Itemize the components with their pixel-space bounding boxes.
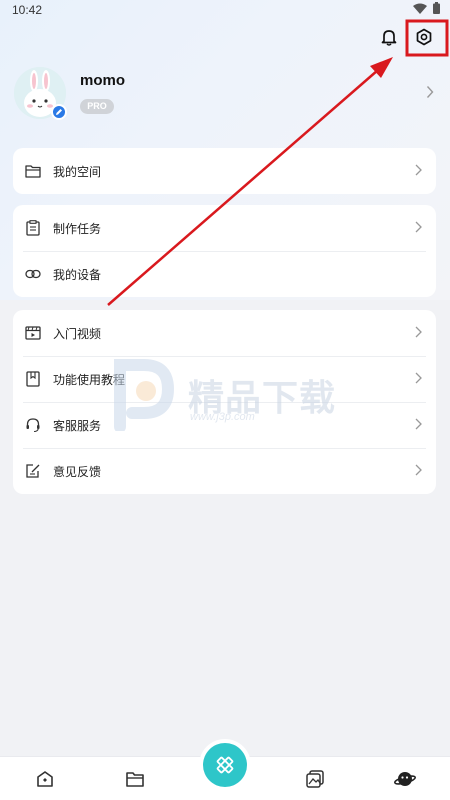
nav-files[interactable] xyxy=(123,767,147,791)
nav-profile[interactable] xyxy=(393,767,417,791)
bell-icon xyxy=(381,30,397,46)
home-icon xyxy=(37,771,53,787)
folder-icon xyxy=(25,163,41,179)
status-time: 10:42 xyxy=(12,3,43,17)
watermark-url: www.j3p.com xyxy=(190,411,255,423)
pencil-icon xyxy=(56,109,62,115)
nav-gallery[interactable] xyxy=(303,767,327,791)
headset-icon xyxy=(25,417,41,433)
chevron-right-icon xyxy=(426,86,434,98)
link-icon xyxy=(25,266,41,282)
battery-icon xyxy=(433,2,440,14)
menu-item-label: 我的空间 xyxy=(53,164,102,179)
menu-card-tasks: 制作任务 我的设备 xyxy=(13,205,436,297)
menu-item-production-tasks[interactable]: 制作任务 xyxy=(13,205,436,251)
status-bar: 10:42 xyxy=(0,0,450,20)
username: momo xyxy=(80,72,125,89)
nav-create-button[interactable] xyxy=(203,743,247,787)
book-icon xyxy=(25,371,41,387)
menu-item-my-space[interactable]: 我的空间 xyxy=(13,148,436,194)
menu-item-my-devices[interactable]: 我的设备 xyxy=(13,251,436,297)
nav-home[interactable] xyxy=(33,767,57,791)
menu-item-label: 入门视频 xyxy=(53,326,102,341)
menu-item-intro-video[interactable]: 入门视频 xyxy=(13,310,436,356)
profile-section[interactable]: momo PRO xyxy=(14,67,436,123)
clipboard-icon xyxy=(25,220,41,236)
chevron-right-icon xyxy=(415,372,422,384)
edit-avatar-button[interactable] xyxy=(51,104,67,120)
chevron-right-icon xyxy=(415,164,422,176)
watermark-logo xyxy=(114,359,174,431)
video-clapper-icon xyxy=(25,325,41,341)
planet-icon xyxy=(394,772,416,786)
menu-card-space: 我的空间 xyxy=(13,148,436,194)
folder-icon xyxy=(126,772,144,787)
settings-button[interactable] xyxy=(413,26,435,48)
notification-button[interactable] xyxy=(378,26,400,48)
bottom-navigation xyxy=(0,743,450,800)
chevron-right-icon xyxy=(415,418,422,430)
gallery-icon xyxy=(306,770,324,788)
menu-item-label: 意见反馈 xyxy=(53,464,102,479)
create-icon xyxy=(216,756,234,774)
chevron-right-icon xyxy=(415,221,422,233)
watermark: 精品下载 www.j3p.com xyxy=(110,355,370,435)
settings-hexagon-icon xyxy=(416,28,432,46)
wifi-icon xyxy=(413,3,427,14)
menu-item-feedback[interactable]: 意见反馈 xyxy=(13,448,436,494)
feedback-icon xyxy=(25,463,41,479)
menu-item-label: 客服服务 xyxy=(53,418,102,433)
menu-item-label: 我的设备 xyxy=(53,267,102,282)
chevron-right-icon xyxy=(415,326,422,338)
menu-item-label: 制作任务 xyxy=(53,221,102,236)
pro-badge: PRO xyxy=(80,99,114,114)
chevron-right-icon xyxy=(415,464,422,476)
